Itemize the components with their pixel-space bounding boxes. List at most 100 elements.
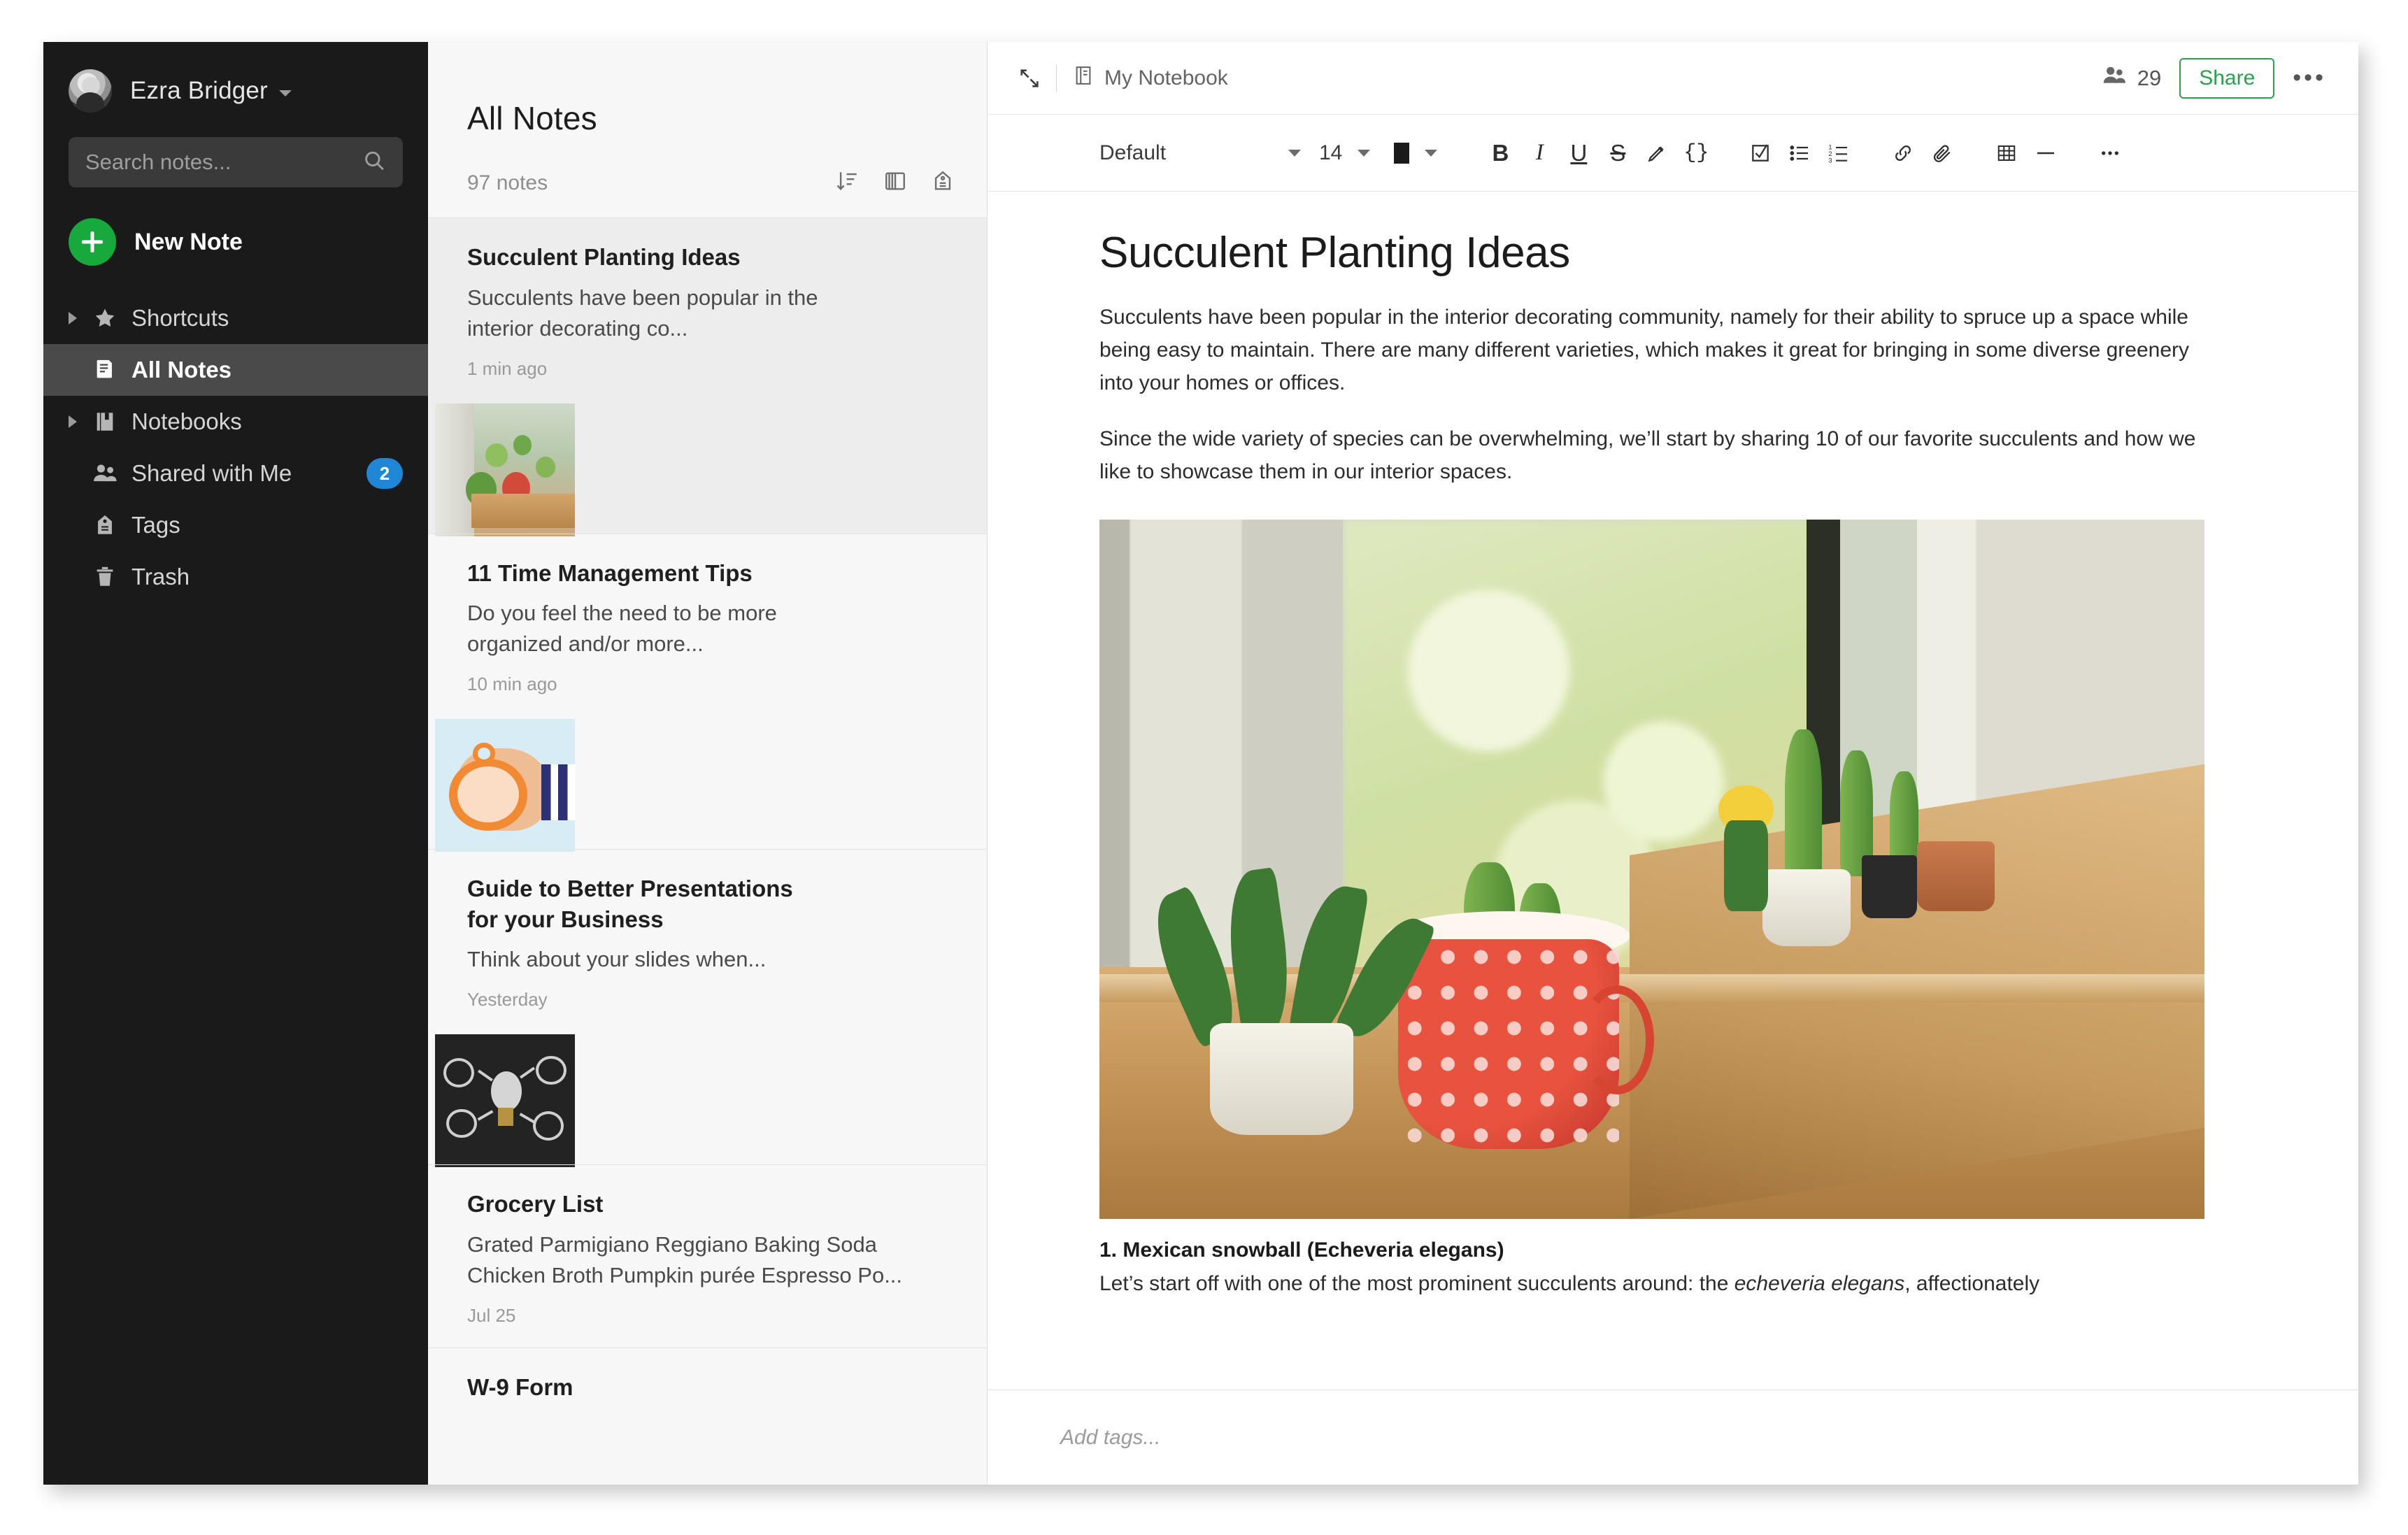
note-date: Jul 25 bbox=[467, 1483, 955, 1485]
note-list-item[interactable]: 11 Time Management Tips Do you feel the … bbox=[428, 533, 987, 852]
user-name: Ezra Bridger bbox=[130, 77, 268, 104]
note-title: Grocery List bbox=[467, 1191, 604, 1218]
note-snippet: Grated Parmigiano Reggiano Baking Soda C… bbox=[467, 1231, 903, 1287]
formatting-toolbar: Default 14 B I U S {} 1 2 3 bbox=[988, 115, 2358, 192]
note-title: Succulent Planting Ideas bbox=[467, 244, 741, 270]
note-thumbnail bbox=[435, 403, 575, 536]
note-content[interactable]: Succulent Planting Ideas Succulents have… bbox=[988, 192, 2358, 1485]
expand-arrow-icon[interactable] bbox=[1010, 66, 1049, 90]
avatar bbox=[69, 69, 112, 113]
last-line-after: , affectionately bbox=[1904, 1271, 2040, 1295]
chevron-down-icon[interactable] bbox=[1425, 149, 1438, 157]
attachment-icon[interactable] bbox=[1923, 142, 1962, 164]
tag-icon bbox=[87, 513, 123, 537]
more-horizontal-icon[interactable]: ••• bbox=[2293, 66, 2326, 90]
note-list-panel[interactable]: All Notes 97 notes Succulent Planting Id… bbox=[428, 42, 988, 1485]
note-icon bbox=[87, 358, 123, 382]
table-icon[interactable] bbox=[1987, 143, 2026, 164]
sidebar-item-label: Tags bbox=[131, 512, 180, 538]
search-icon bbox=[362, 149, 386, 176]
checkbox-list-icon[interactable] bbox=[1741, 142, 1780, 164]
sidebar-item-label: Trash bbox=[131, 564, 190, 590]
note-list-item[interactable]: W-9 Form Jul 25 bbox=[428, 1347, 987, 1485]
notebook-icon bbox=[87, 410, 123, 434]
note-date: 10 min ago bbox=[467, 673, 557, 695]
bulleted-list-icon[interactable] bbox=[1780, 142, 1819, 164]
sort-descending-icon[interactable] bbox=[836, 169, 860, 197]
note-title: 11 Time Management Tips bbox=[467, 559, 753, 586]
trash-icon bbox=[87, 565, 123, 589]
sidebar-nav: Shortcuts All Notes Notebooks Shared wit… bbox=[43, 292, 428, 603]
note-date: Yesterday bbox=[467, 989, 548, 1011]
note-title: Guide to Better Presentations for your B… bbox=[467, 876, 793, 932]
font-size-select[interactable]: 14 bbox=[1319, 141, 1342, 165]
note-paragraph: Succulents have been popular in the inte… bbox=[1099, 306, 2190, 394]
strikethrough-button[interactable]: S bbox=[1598, 140, 1637, 166]
svg-text:3: 3 bbox=[1829, 157, 1832, 164]
new-note-button[interactable]: New Note bbox=[69, 215, 428, 269]
editor-topbar: My Notebook 29 Share ••• bbox=[988, 42, 2358, 115]
sidebar-item-label: All Notes bbox=[131, 357, 232, 383]
user-account-button[interactable]: Ezra Bridger bbox=[43, 42, 428, 115]
note-snippet: Do you feel the need to be more organize… bbox=[467, 601, 777, 657]
share-button[interactable]: Share bbox=[2179, 57, 2275, 99]
note-heading: 1. Mexican snowball (Echeveria elegans) bbox=[1099, 1238, 1504, 1262]
last-line-before: Let’s start off with one of the most pro… bbox=[1099, 1271, 1734, 1295]
sidebar-item-shared-with-me[interactable]: Shared with Me 2 bbox=[43, 448, 428, 499]
view-layout-icon[interactable] bbox=[883, 169, 907, 197]
sidebar-item-label: Shortcuts bbox=[131, 305, 229, 331]
underline-button[interactable]: U bbox=[1559, 140, 1598, 166]
sidebar-item-tags[interactable]: Tags bbox=[43, 499, 428, 551]
sidebar-item-notebooks[interactable]: Notebooks bbox=[43, 396, 428, 448]
note-list-item[interactable]: Succulent Planting Ideas Succulents have… bbox=[428, 217, 987, 536]
note-list-toolbar: 97 notes bbox=[428, 137, 987, 197]
highlight-icon[interactable] bbox=[1637, 142, 1676, 164]
note-image bbox=[1099, 519, 2204, 1219]
note-list-item[interactable]: Grocery List Grated Parmigiano Reggiano … bbox=[428, 1164, 987, 1348]
sidebar-item-all-notes[interactable]: All Notes bbox=[43, 344, 428, 396]
collaborators-count: 29 bbox=[2137, 65, 2162, 90]
new-note-label: New Note bbox=[134, 228, 243, 255]
app-window-backdrop: Ezra Bridger Search notes... New Note Sh… bbox=[0, 0, 2408, 1535]
note-last-line: Let’s start off with one of the most pro… bbox=[1099, 1272, 2246, 1296]
note-thumbnail bbox=[435, 1034, 575, 1168]
italic-button[interactable]: I bbox=[1520, 140, 1559, 166]
chevron-down-icon[interactable] bbox=[1288, 149, 1301, 157]
tags-bar[interactable]: Add tags... bbox=[988, 1390, 2358, 1485]
note-count: 97 notes bbox=[467, 171, 548, 194]
note-snippet: Think about your slides when... bbox=[467, 947, 767, 972]
collaborators-indicator[interactable]: 29 bbox=[2101, 64, 2161, 92]
sidebar-item-trash[interactable]: Trash bbox=[43, 551, 428, 603]
disclosure-triangle-icon[interactable] bbox=[69, 312, 87, 324]
horizontal-rule-icon[interactable] bbox=[2026, 142, 2065, 164]
breadcrumb[interactable]: My Notebook bbox=[1074, 65, 1228, 92]
more-horizontal-icon[interactable] bbox=[2090, 142, 2130, 164]
note-list-item[interactable]: Guide to Better Presentations for your B… bbox=[428, 849, 987, 1168]
chevron-down-icon[interactable] bbox=[1358, 149, 1371, 157]
note-snippet: Succulents have been popular in the inte… bbox=[467, 285, 818, 341]
search-input[interactable]: Search notes... bbox=[69, 137, 403, 187]
notebook-icon bbox=[1074, 65, 1093, 92]
sidebar-item-label: Shared with Me bbox=[131, 460, 292, 486]
tag-icon[interactable] bbox=[931, 169, 955, 197]
note-paragraph: Since the wide variety of species can be… bbox=[1099, 427, 2196, 484]
plus-icon bbox=[69, 218, 116, 266]
numbered-list-icon[interactable]: 1 2 3 bbox=[1819, 142, 1858, 164]
chevron-down-icon[interactable] bbox=[278, 90, 292, 97]
note-date: 1 min ago bbox=[467, 357, 548, 379]
text-color-swatch[interactable] bbox=[1394, 142, 1410, 164]
add-tags-input[interactable]: Add tags... bbox=[1060, 1426, 1160, 1450]
bold-button[interactable]: B bbox=[1481, 140, 1520, 166]
note-title: W-9 Form bbox=[467, 1373, 573, 1400]
link-icon[interactable] bbox=[1883, 142, 1923, 164]
notebook-name: My Notebook bbox=[1104, 66, 1228, 90]
search-placeholder: Search notes... bbox=[85, 150, 231, 174]
code-button[interactable]: {} bbox=[1676, 141, 1716, 165]
people-icon bbox=[2101, 64, 2128, 92]
divider bbox=[1056, 64, 1057, 92]
font-family-select[interactable]: Default bbox=[1099, 141, 1288, 165]
note-thumbnail bbox=[435, 719, 575, 852]
sidebar: Ezra Bridger Search notes... New Note Sh… bbox=[43, 42, 428, 1485]
sidebar-item-shortcuts[interactable]: Shortcuts bbox=[43, 292, 428, 344]
disclosure-triangle-icon[interactable] bbox=[69, 415, 87, 428]
